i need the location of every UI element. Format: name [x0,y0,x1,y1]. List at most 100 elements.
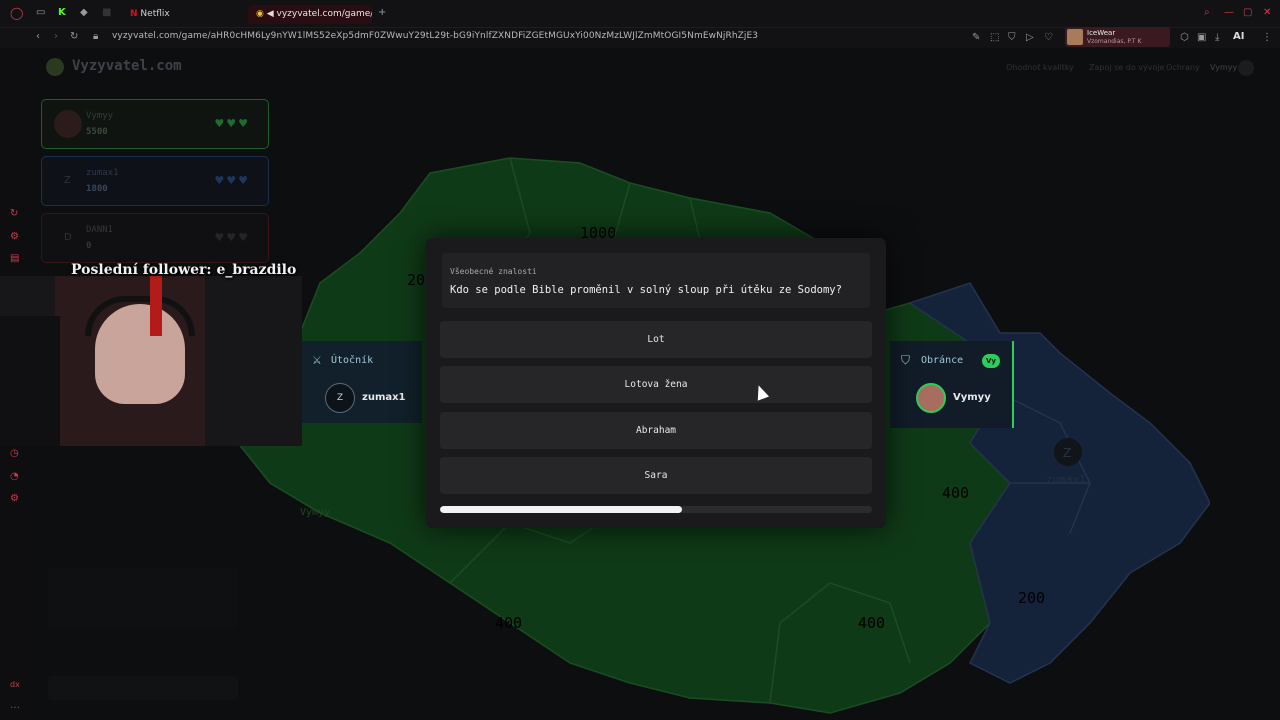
region-value: 400 [495,614,522,632]
question-modal: Všeobecné znalosti Kdo se podle Bible pr… [426,238,886,528]
menu-icon[interactable]: ⋮ [1262,32,1272,43]
answer-button-2[interactable]: Lotova žena [440,366,872,403]
defender-avatar [916,383,946,413]
avatar [54,110,82,138]
download-icon[interactable]: ⤓ [1215,32,1219,43]
messenger-icon[interactable]: ▤ [10,253,19,264]
forward-icon[interactable]: › [54,31,58,42]
player-card-dann1[interactable]: D DANN1 0 ♥♥♥ [41,213,269,263]
attacker-role-label: Útočník [331,355,374,366]
netflix-icon: N [130,9,138,19]
player-score: 5500 [86,127,108,137]
player-name: zumax1 [86,168,119,178]
region-value: 400 [942,484,969,502]
reload-icon[interactable]: ↻ [70,31,78,42]
close-icon[interactable]: ✕ [1263,7,1271,18]
discord-icon[interactable]: ◔ [10,471,19,482]
opera-logo-icon[interactable]: ◯ [10,6,23,20]
tab-label: vyzyvatel.com/game/a [276,9,372,19]
minimize-icon[interactable]: — [1224,7,1234,18]
attacker-avatar: Z [325,383,355,413]
question-category: Všeobecné znalosti [450,267,537,276]
background-light [150,276,162,336]
attacker-name: zumax1 [362,392,406,403]
question-text: Kdo se podle Bible proměnil v solný slou… [450,284,842,296]
new-tab-button[interactable]: + [378,7,386,18]
user-avatar[interactable] [1238,60,1254,76]
you-badge: Vy [982,354,1000,368]
maximize-icon[interactable]: ▢ [1243,7,1252,18]
player-card-zumax1[interactable]: Z zumax1 1800 ♥♥♥ [41,156,269,206]
question-header: Všeobecné znalosti Kdo se podle Bible pr… [442,253,870,308]
defender-name: Vymyy [953,392,991,403]
player-score: 1800 [86,184,108,194]
nav-privacy[interactable]: Ochrany [1166,63,1200,72]
shield-icon[interactable]: ⛉ [1008,32,1016,43]
attacker-panel: ⚔ Útočník Z zumax1 [302,341,422,423]
extensions-icon[interactable]: ⬡ [1180,32,1189,43]
tab-netflix[interactable]: N Netflix [122,5,242,24]
player-score: 0 [86,241,92,251]
chat-panel [48,568,238,628]
lives-hearts: ♥♥♥ [214,117,250,130]
timer-fill [440,506,682,513]
dx-icon[interactable]: dx [10,680,20,689]
shield-icon: ⛉ [901,353,911,367]
history-icon[interactable]: ↻ [10,208,18,219]
answer-button-3[interactable]: Abraham [440,412,872,449]
player-name: DANN1 [86,225,114,235]
site-favicon-icon: ◉ [256,9,264,19]
snapshot-icon[interactable]: ⬚ [990,32,999,43]
player-letter: Z [64,175,71,186]
speaker-icon: ◀ [266,9,274,19]
tab-icon-2[interactable]: ■ [102,7,111,18]
wallet-icon[interactable]: ▣ [1197,32,1206,43]
profile-name: IceWear [1087,29,1116,37]
kick-icon[interactable]: K [58,7,66,18]
bot-icon[interactable]: ⚙ [10,231,19,242]
back-icon[interactable]: ‹ [36,31,40,42]
answer-button-1[interactable]: Lot [440,321,872,358]
ai-button[interactable]: AI [1233,31,1244,42]
lives-hearts: ♥♥♥ [214,174,250,187]
player-letter: D [64,232,72,243]
profile-chip[interactable]: IceWear Vzomandias, P.T K [1065,27,1170,47]
answer-button-4[interactable]: Sara [440,457,872,494]
timer-bar [440,506,872,513]
region-value: 200 [1018,589,1045,607]
tab-vyzyvatel[interactable]: ◉ ◀ vyzyvatel.com/game/a [248,5,372,24]
logo-icon [46,58,64,76]
tab-label: Netflix [140,9,170,19]
lives-hearts: ♥♥♥ [214,231,250,244]
player-name: Vymyy [86,111,114,121]
more-icon[interactable]: … [10,700,20,711]
defender-role-label: Obránce [921,355,964,366]
mic-arm [0,316,60,446]
url-field[interactable]: vyzyvatel.com/game/aHR0cHM6Ly9nYW1lMS52e… [112,31,758,41]
search-icon[interactable]: ⌕ [1204,7,1210,18]
map-player-letter: Z [1063,446,1071,460]
settings-icon[interactable]: ⚙ [10,493,19,504]
play-icon[interactable]: ▷ [1026,32,1034,43]
avatar [1067,29,1083,45]
webcam-overlay [0,276,302,446]
browser-tab-bar: ◯ ▭ K ◆ ■ N Netflix ◉ ◀ vyzyvatel.com/ga… [0,0,1280,28]
profile-subtitle: Vzomandias, P.T K [1087,38,1142,45]
pin-icon[interactable]: ✎ [972,32,980,43]
heart-icon[interactable]: ♡ [1044,32,1053,43]
nav-develop[interactable]: Zapoj se do vývoje [1089,63,1165,72]
sword-icon: ⚔ [312,354,322,367]
lock-icon: 🔒︎ [93,31,99,42]
player-card-vymyy[interactable]: Vymyy 5500 ♥♥♥ [41,99,269,149]
workspaces-icon[interactable]: ▭ [36,7,45,18]
chat-input[interactable] [48,676,238,700]
clock-icon[interactable]: ◷ [10,448,19,459]
site-logo[interactable]: Vyzyvatel.com [72,58,182,74]
nav-user[interactable]: Vymyy [1210,63,1237,72]
last-follower-label: Poslední follower: e_brazdilo [71,262,297,278]
map-player-label: zumax1 [1046,473,1086,486]
region-value: 400 [858,614,885,632]
nav-rate[interactable]: Ohodnoť kvalitky [1006,63,1074,72]
tab-icon[interactable]: ◆ [80,7,88,18]
defender-panel: ⛉ Obránce Vy Vymyy [890,341,1014,428]
